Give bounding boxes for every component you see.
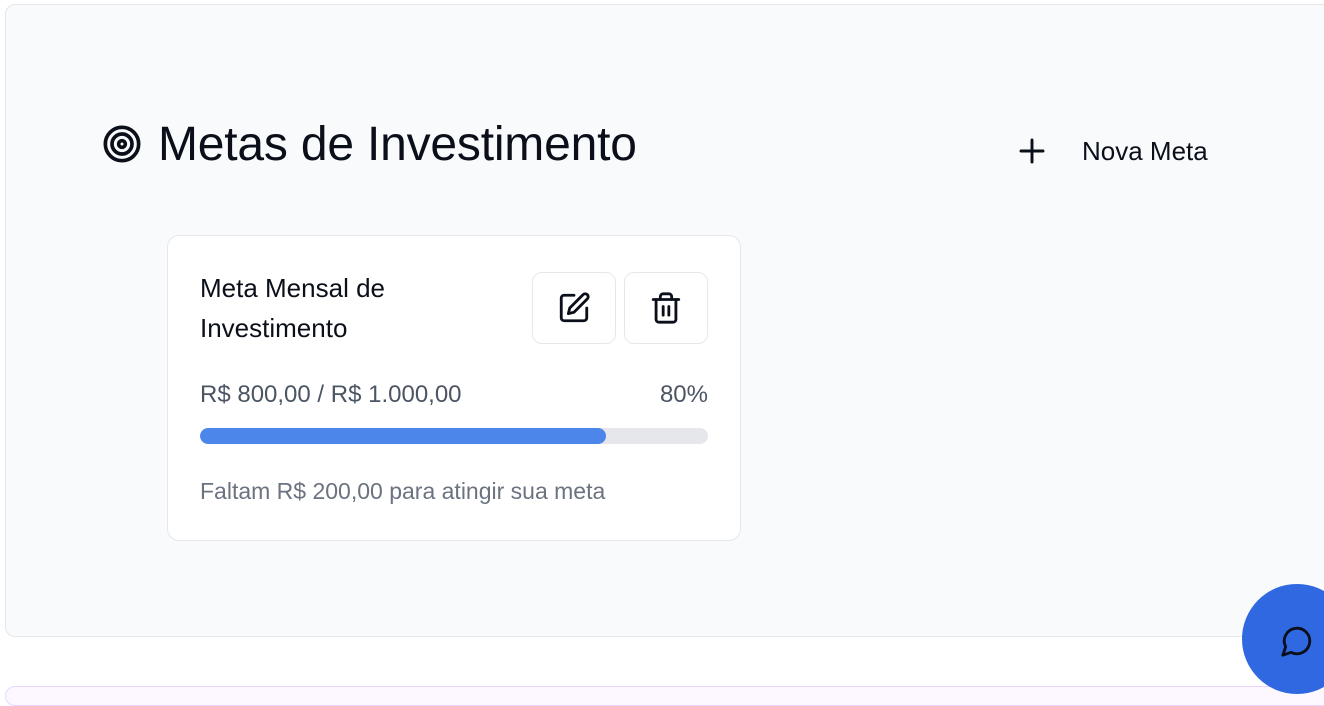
page-title: Metas de Investimento: [158, 117, 637, 171]
goal-title: Meta Mensal de Investimento: [200, 273, 385, 343]
new-goal-label: Nova Meta: [1082, 135, 1208, 166]
goal-progress-bar: [200, 428, 708, 444]
edit-goal-button[interactable]: [532, 272, 616, 344]
page-header: Metas de Investimento: [102, 112, 637, 176]
goal-amounts: R$ 800,00 / R$ 1.000,00: [200, 381, 462, 408]
chat-bubble-icon: [1281, 626, 1312, 657]
target-icon: [103, 125, 141, 163]
goal-progress-fill: [200, 428, 607, 444]
trash-icon: [651, 292, 681, 324]
new-goal-button[interactable]: Nova Meta: [1010, 126, 1208, 176]
goal-remaining-text: Faltam R$ 200,00 para atingir sua meta: [200, 478, 606, 504]
goal-card: Meta Mensal de Investimento R$ 800,00 / …: [167, 235, 741, 541]
goal-percent: 80%: [659, 381, 708, 408]
next-panel-edge: [5, 686, 1324, 706]
edit-icon: [559, 292, 590, 323]
plus-icon: [1019, 138, 1045, 164]
delete-goal-button[interactable]: [624, 272, 708, 344]
